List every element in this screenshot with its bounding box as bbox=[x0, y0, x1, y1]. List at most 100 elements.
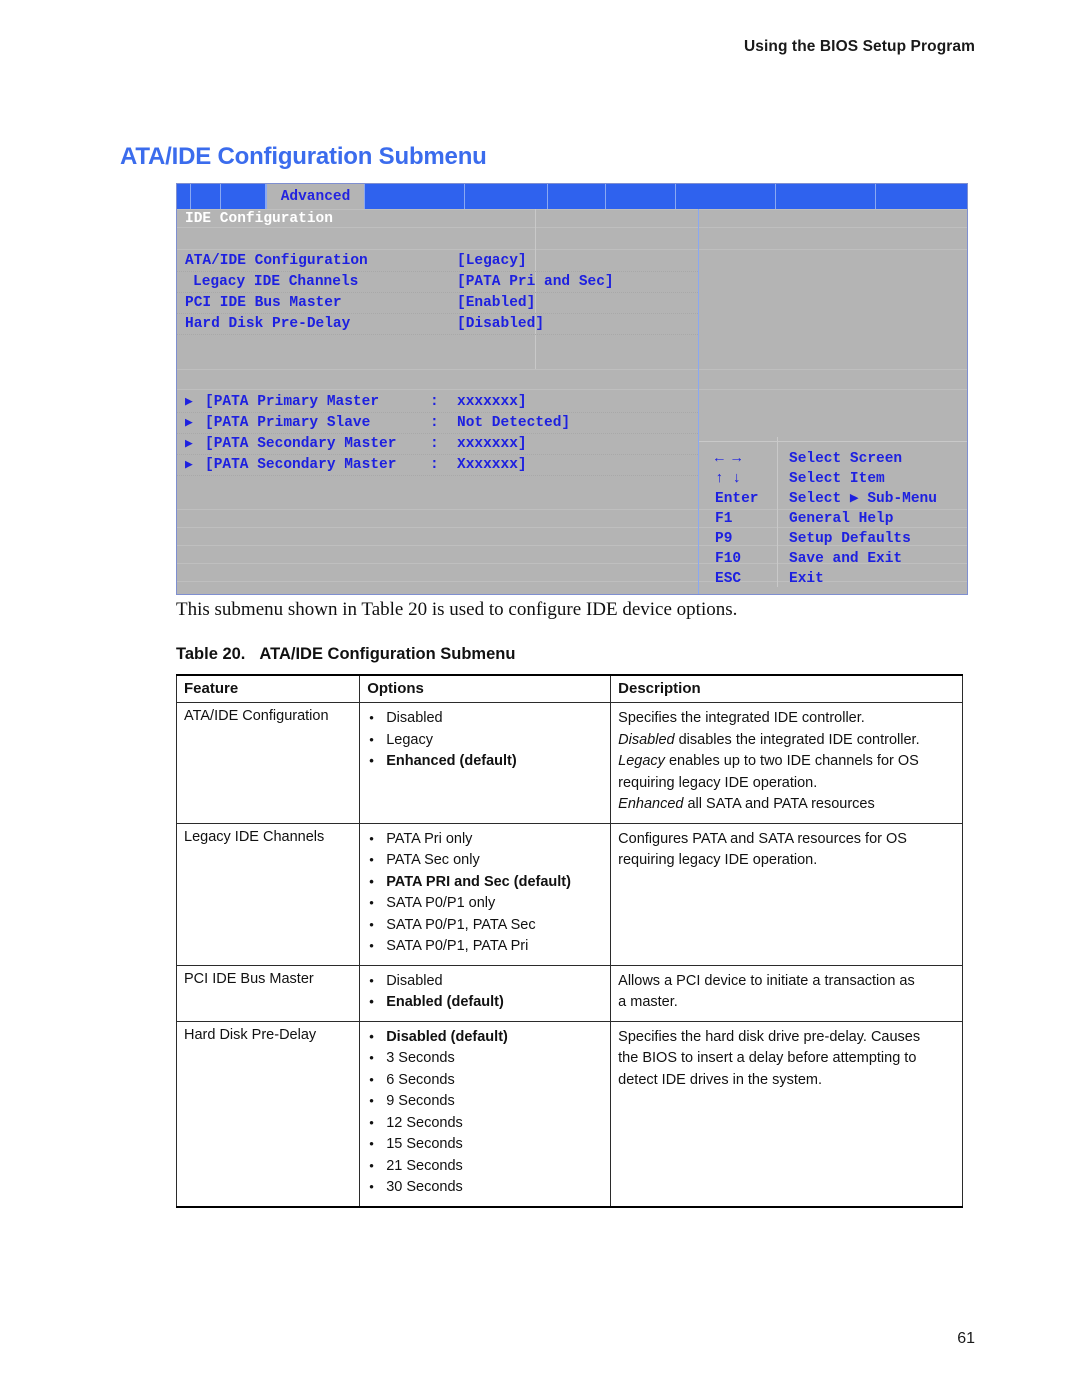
option-item: Disabled bbox=[367, 970, 603, 993]
submenu-arrow-icon: ▶ bbox=[185, 457, 193, 472]
option-item: Disabled bbox=[367, 707, 603, 730]
table-row: Hard Disk Pre-DelayDisabled (default)3 S… bbox=[175, 1020, 963, 1208]
bios-help-action: Save and Exit bbox=[789, 551, 903, 567]
option-item: 9 Seconds bbox=[367, 1090, 603, 1113]
cell-description: Allows a PCI device to initiate a transa… bbox=[610, 964, 963, 1022]
description-lines: Configures PATA and SATA resources for O… bbox=[618, 829, 955, 872]
bios-screen-body: IDE Configuration ATA/IDE Configuration [… bbox=[177, 209, 967, 594]
option-item: 3 Seconds bbox=[367, 1047, 603, 1070]
bios-help-row: F10 Save and Exit bbox=[699, 549, 967, 569]
bios-menu-bar: Advanced bbox=[177, 184, 967, 209]
bios-tab-blank-0[interactable] bbox=[177, 184, 191, 209]
bios-setting-value[interactable]: [Legacy] bbox=[457, 251, 527, 271]
bios-setting-row[interactable]: Legacy IDE Channels [PATA Pri and Sec] bbox=[177, 272, 698, 293]
bios-device-list: ▶ [PATA Primary Master: xxxxxxx] ▶ [PATA Pri… bbox=[177, 392, 698, 476]
description-lines: Specifies the integrated IDE controller.… bbox=[618, 708, 955, 816]
cell-options: DisabledLegacyEnhanced (default) bbox=[359, 702, 612, 824]
bios-help-action: Exit bbox=[789, 571, 824, 587]
bios-setting-label: ATA/IDE Configuration bbox=[185, 253, 368, 269]
bios-tab-blank-1[interactable] bbox=[191, 184, 221, 209]
bios-help-row: ESC Exit bbox=[699, 569, 967, 589]
description-emphasis: Enhanced bbox=[618, 796, 684, 812]
bios-device-label: [PATA Secondary Master bbox=[205, 457, 397, 473]
description-line: Specifies the integrated IDE controller. bbox=[618, 708, 955, 730]
bios-tab-blank-4[interactable] bbox=[365, 184, 465, 209]
description-text: a master. bbox=[618, 994, 678, 1010]
bios-setting-value[interactable]: [Enabled] bbox=[457, 293, 535, 313]
description-text: all SATA and PATA resources bbox=[683, 796, 875, 812]
option-list: DisabledEnabled (default) bbox=[367, 970, 603, 1014]
option-item: 15 Seconds bbox=[367, 1133, 603, 1156]
bios-setting-value[interactable]: [PATA Pri and Sec] bbox=[457, 272, 614, 292]
bios-device-value: Xxxxxxx] bbox=[457, 457, 527, 473]
cell-options: Disabled (default)3 Seconds6 Seconds9 Se… bbox=[359, 1020, 612, 1208]
bios-tab-blank-9[interactable] bbox=[776, 184, 876, 209]
description-text: Specifies the hard disk drive pre-delay.… bbox=[618, 1028, 921, 1045]
cell-options: PATA Pri onlyPATA Sec onlyPATA PRI and S… bbox=[359, 822, 612, 966]
submenu-arrow-icon: ▶ bbox=[185, 394, 193, 409]
bios-setup-screenshot: Advanced IDE Configuration ATA/IDE Confi… bbox=[176, 183, 968, 595]
bios-tab-blank-10[interactable] bbox=[876, 184, 967, 209]
option-item: Disabled (default) bbox=[367, 1026, 603, 1049]
bios-help-key: Enter bbox=[715, 491, 759, 507]
bios-tab-blank-7[interactable] bbox=[606, 184, 676, 209]
table-header-row: Feature Options Description bbox=[175, 674, 963, 703]
option-item: Legacy bbox=[367, 729, 603, 752]
description-line: a master. bbox=[618, 992, 955, 1014]
page-number: 61 bbox=[957, 1330, 975, 1347]
bios-setting-row[interactable]: Hard Disk Pre-Delay [Disabled] bbox=[177, 314, 698, 335]
option-list: PATA Pri onlyPATA Sec onlyPATA PRI and S… bbox=[367, 828, 603, 958]
option-item: 6 Seconds bbox=[367, 1069, 603, 1092]
bios-key-legend: ← → Select Screen ↑ ↓ Select Item Enter Selec… bbox=[699, 449, 967, 589]
bios-help-key: ESC bbox=[715, 571, 742, 587]
bios-tab-blank-5[interactable] bbox=[465, 184, 548, 209]
description-text: requiring legacy IDE operation. bbox=[618, 852, 818, 868]
description-line: requiring legacy IDE operation. bbox=[618, 773, 955, 795]
description-line: detect IDE drives in the system. bbox=[618, 1070, 955, 1092]
bios-setting-row[interactable]: ATA/IDE Configuration [Legacy] bbox=[177, 251, 698, 272]
description-line: requiring legacy IDE operation. bbox=[618, 850, 955, 872]
table-head: Feature Options Description bbox=[175, 674, 963, 703]
bios-device-label: [PATA Secondary Master bbox=[205, 436, 397, 452]
column-header-feature: Feature bbox=[175, 674, 361, 703]
option-item: PATA Sec only bbox=[367, 849, 603, 872]
bios-setting-value[interactable]: [Disabled] bbox=[457, 314, 544, 334]
option-item: 21 Seconds bbox=[367, 1155, 603, 1178]
bios-tab-blank-6[interactable] bbox=[548, 184, 606, 209]
cell-description: Specifies the integrated IDE controller.… bbox=[610, 702, 963, 824]
bios-device-row[interactable]: ▶ [PATA Primary Slave: Not Detected] bbox=[177, 413, 698, 434]
bios-setting-row[interactable]: PCI IDE Bus Master [Enabled] bbox=[177, 293, 698, 314]
bios-help-key: F1 bbox=[715, 511, 733, 527]
bios-tab-advanced[interactable]: Advanced bbox=[266, 184, 365, 209]
bios-device-row[interactable]: ▶ [PATA Secondary Master: Xxxxxxx] bbox=[177, 455, 698, 476]
description-text: requiring legacy IDE operation. bbox=[618, 774, 818, 791]
bios-device-label: [PATA Primary Master bbox=[205, 394, 380, 410]
cell-description: Configures PATA and SATA resources for O… bbox=[610, 822, 963, 966]
bios-setting-label: Legacy IDE Channels bbox=[193, 274, 359, 290]
description-text: enables up to two IDE channels for OS bbox=[664, 753, 919, 769]
description-text: the BIOS to insert a delay before attemp… bbox=[618, 1050, 917, 1066]
table-row: ATA/IDE ConfigurationDisabledLegacyEnhan… bbox=[175, 702, 963, 824]
column-header-options: Options bbox=[359, 674, 612, 703]
cell-feature: Hard Disk Pre-Delay bbox=[175, 1020, 361, 1208]
description-emphasis: Disabled bbox=[618, 731, 675, 748]
option-item: SATA P0/P1, PATA Pri bbox=[367, 935, 603, 958]
bios-help-action: Select Screen bbox=[789, 451, 903, 467]
cell-options: DisabledEnabled (default) bbox=[359, 964, 612, 1022]
cell-feature: PCI IDE Bus Master bbox=[175, 964, 361, 1022]
running-header: Using the BIOS Setup Program bbox=[743, 38, 975, 55]
bios-device-row[interactable]: ▶ [PATA Primary Master: xxxxxxx] bbox=[177, 392, 698, 413]
bios-tab-blank-2[interactable] bbox=[221, 184, 266, 209]
description-lines: Specifies the hard disk drive pre-delay.… bbox=[618, 1027, 955, 1092]
description-text: detect IDE drives in the system. bbox=[618, 1071, 823, 1088]
option-item: PATA Pri only bbox=[367, 828, 603, 851]
body-paragraph: This submenu shown in Table 20 is used t… bbox=[176, 599, 738, 620]
bios-device-row[interactable]: ▶ [PATA Secondary Master: xxxxxxx] bbox=[177, 434, 698, 455]
table-caption-number: Table 20. bbox=[176, 645, 246, 663]
bios-help-row: Enter Select ▶ Sub-Menu bbox=[699, 489, 967, 509]
bios-help-key: ← → bbox=[715, 451, 742, 467]
bios-tab-blank-8[interactable] bbox=[676, 184, 776, 209]
option-list: DisabledLegacyEnhanced (default) bbox=[367, 707, 603, 773]
bios-help-row: ← → Select Screen bbox=[699, 449, 967, 469]
bios-device-colon: : bbox=[430, 394, 439, 410]
